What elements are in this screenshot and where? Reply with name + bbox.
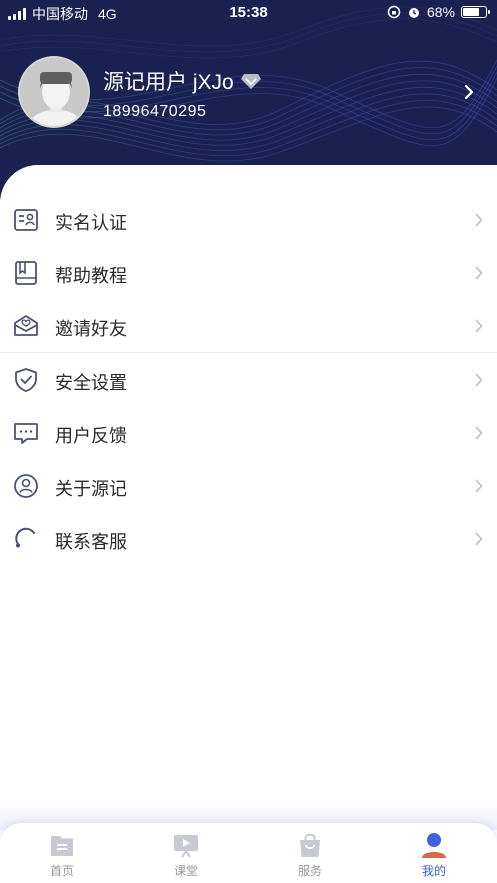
chevron-right-icon[interactable] bbox=[464, 84, 474, 100]
chevron-right-icon bbox=[475, 479, 483, 493]
menu-item-label: 联系客服 bbox=[55, 532, 127, 552]
settings-menu: 实名认证 帮助教程 邀请好友 安全设置 用户反馈 关于源记 联系客服 bbox=[0, 193, 497, 565]
book-icon bbox=[15, 261, 37, 285]
tab-label: 我的 bbox=[421, 864, 446, 878]
bag-icon bbox=[300, 833, 320, 857]
menu-item-verification[interactable]: 实名认证 bbox=[0, 193, 497, 246]
alarm-icon bbox=[408, 8, 419, 18]
phone-number: 18996470295 bbox=[103, 103, 207, 120]
profile-summary[interactable]: 源记用户 jXJo 18996470295 bbox=[18, 56, 488, 130]
chevron-right-icon bbox=[475, 426, 483, 440]
tab-home[interactable]: 首页 bbox=[27, 831, 97, 879]
menu-item-security[interactable]: 安全设置 bbox=[0, 353, 497, 406]
chevron-right-icon bbox=[475, 319, 483, 333]
chevron-right-icon bbox=[475, 532, 483, 546]
menu-item-help[interactable]: 帮助教程 bbox=[0, 246, 497, 299]
menu-item-label: 安全设置 bbox=[55, 373, 127, 393]
battery-fill bbox=[463, 8, 480, 16]
battery-percent: 68% bbox=[426, 4, 455, 20]
tab-services[interactable]: 服务 bbox=[275, 831, 345, 879]
avatar[interactable] bbox=[18, 56, 90, 128]
profile-icon bbox=[422, 833, 446, 858]
default-avatar-icon bbox=[20, 58, 88, 126]
headset-icon bbox=[15, 527, 35, 548]
menu-item-customer-service[interactable]: 联系客服 bbox=[0, 512, 497, 565]
menu-item-about[interactable]: 关于源记 bbox=[0, 459, 497, 512]
chevron-right-icon bbox=[475, 266, 483, 280]
tab-label: 服务 bbox=[297, 864, 322, 878]
tab-classroom[interactable]: 课堂 bbox=[151, 831, 221, 879]
user-circle-icon bbox=[14, 474, 38, 498]
battery-icon bbox=[461, 6, 490, 18]
menu-item-label: 帮助教程 bbox=[55, 266, 127, 286]
id-card-icon bbox=[14, 209, 38, 231]
bottom-tab-bar: 首页 课堂 服务 我的 bbox=[0, 823, 497, 883]
tab-profile[interactable]: 我的 bbox=[399, 831, 469, 879]
menu-item-label: 实名认证 bbox=[55, 213, 127, 233]
menu-item-invite[interactable]: 邀请好友 bbox=[0, 299, 497, 352]
mail-icon bbox=[14, 315, 38, 336]
diamond-icon bbox=[240, 74, 261, 89]
menu-item-label: 邀请好友 bbox=[55, 319, 127, 339]
chevron-right-icon bbox=[475, 373, 483, 387]
username: 源记用户 jXJo bbox=[103, 71, 234, 94]
shield-icon bbox=[15, 368, 37, 392]
message-icon bbox=[14, 423, 38, 444]
classroom-icon bbox=[174, 835, 198, 858]
menu-item-feedback[interactable]: 用户反馈 bbox=[0, 406, 497, 459]
tab-label: 课堂 bbox=[173, 864, 198, 878]
home-icon bbox=[51, 836, 73, 856]
tab-label: 首页 bbox=[49, 864, 74, 878]
orientation-lock-icon bbox=[387, 5, 401, 19]
chevron-right-icon bbox=[475, 213, 483, 227]
status-bar: 中国移动 4G 15:38 68% bbox=[0, 0, 497, 26]
menu-item-label: 用户反馈 bbox=[55, 426, 127, 446]
menu-item-label: 关于源记 bbox=[55, 479, 127, 499]
